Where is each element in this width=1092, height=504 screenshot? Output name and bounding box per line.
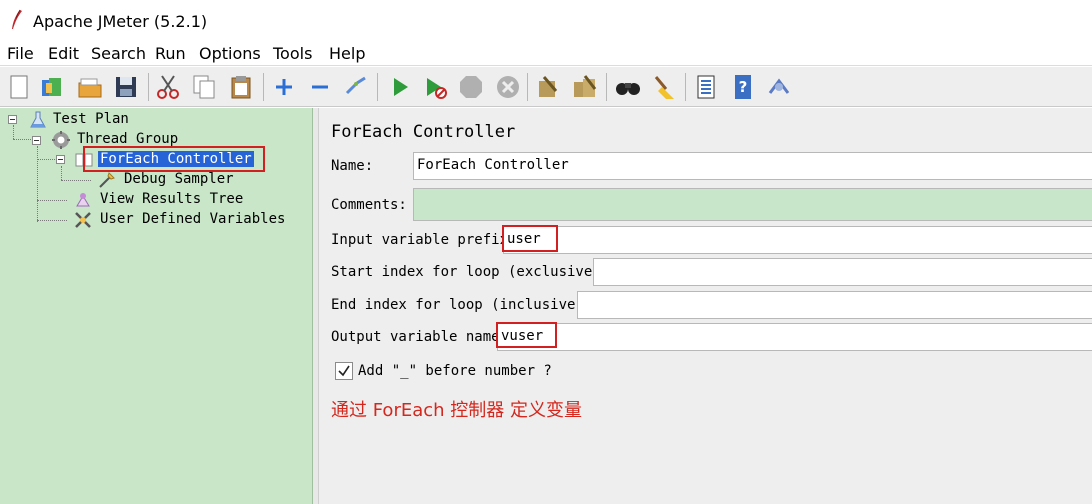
cut-icon[interactable]	[154, 73, 182, 101]
menu-run[interactable]: Run	[155, 44, 186, 63]
svg-text:?: ?	[739, 78, 748, 96]
start-icon[interactable]	[386, 73, 414, 101]
tree-connector	[13, 125, 14, 139]
toolbar-separator	[685, 73, 686, 101]
test-plan-tree[interactable]: Test Plan Thread Group ForEach Controlle…	[0, 108, 313, 504]
tree-connector	[37, 146, 38, 222]
collapse-icon[interactable]	[306, 73, 334, 101]
help-icon[interactable]: ?	[729, 73, 757, 101]
tree-connector	[61, 180, 91, 181]
foreach-controller-panel: ForEach Controller Name: ForEach Control…	[319, 108, 1092, 504]
name-label: Name:	[331, 158, 374, 174]
test-plan-icon	[30, 111, 46, 128]
tree-item-thread-group[interactable]: Thread Group	[77, 131, 178, 147]
start-no-pause-icon[interactable]	[421, 73, 449, 101]
tree-item-user-defined-variables[interactable]: User Defined Variables	[100, 211, 285, 227]
reset-search-icon[interactable]	[650, 73, 678, 101]
user-defined-variables-icon	[75, 212, 91, 228]
tree-connector	[61, 166, 62, 180]
menu-search[interactable]: Search	[91, 44, 146, 63]
function-helper-icon[interactable]	[692, 73, 720, 101]
shutdown-icon[interactable]	[494, 73, 522, 101]
tree-connector	[37, 220, 67, 221]
highlight-box	[496, 322, 557, 348]
toolbar-separator	[263, 73, 264, 101]
menu-tools[interactable]: Tools	[273, 44, 312, 63]
output-name-field[interactable]: vuser	[497, 323, 1092, 351]
tree-item-debug-sampler[interactable]: Debug Sampler	[124, 171, 234, 187]
output-name-label: Output variable name	[331, 329, 500, 345]
comments-field[interactable]	[413, 188, 1092, 221]
input-prefix-label: Input variable prefix	[331, 232, 509, 248]
menu-bar: File Edit Search Run Options Tools Help	[0, 40, 1092, 66]
highlight-box	[83, 146, 265, 172]
title-bar: Apache JMeter (5.2.1)	[0, 0, 1092, 40]
thread-group-icon	[52, 131, 70, 149]
toolbar: ?	[0, 67, 1092, 107]
menu-edit[interactable]: Edit	[48, 44, 79, 63]
panel-title: ForEach Controller	[331, 122, 516, 142]
start-index-label: Start index for loop (exclusive)	[331, 264, 601, 280]
jmeter-feather-icon	[12, 9, 22, 29]
save-icon[interactable]	[112, 73, 140, 101]
view-results-tree-icon	[76, 193, 90, 207]
clear-icon[interactable]	[534, 73, 562, 101]
debug-sampler-icon	[99, 172, 115, 188]
stop-icon[interactable]	[457, 73, 485, 101]
add-underscore-label: Add "_" before number ?	[358, 363, 552, 379]
toolbar-separator	[527, 73, 528, 101]
new-icon[interactable]	[5, 73, 33, 101]
start-index-field[interactable]	[593, 258, 1092, 286]
menu-file[interactable]: File	[7, 44, 34, 63]
remote-icon[interactable]	[765, 73, 793, 101]
checkmark-icon	[338, 365, 350, 377]
clear-all-icon[interactable]	[571, 73, 599, 101]
input-prefix-field[interactable]: user	[503, 226, 1092, 254]
window-title: Apache JMeter (5.2.1)	[33, 12, 208, 31]
expand-icon[interactable]	[270, 73, 298, 101]
end-index-label: End index for loop (inclusive)	[331, 297, 584, 313]
search-icon[interactable]	[614, 73, 642, 101]
toolbar-separator	[377, 73, 378, 101]
toolbar-separator	[148, 73, 149, 101]
annotation-text: 通过 ForEach 控制器 定义变量	[331, 400, 582, 421]
add-underscore-checkbox[interactable]	[335, 362, 353, 380]
collapse-test-plan-toggle[interactable]	[8, 115, 17, 124]
comments-label: Comments:	[331, 197, 407, 213]
open-icon[interactable]	[76, 73, 104, 101]
tree-item-test-plan[interactable]: Test Plan	[53, 111, 129, 127]
toolbar-separator	[606, 73, 607, 101]
menu-options[interactable]: Options	[199, 44, 261, 63]
menu-help[interactable]: Help	[329, 44, 365, 63]
templates-icon[interactable]	[38, 73, 66, 101]
paste-icon[interactable]	[227, 73, 255, 101]
collapse-thread-group-toggle[interactable]	[32, 136, 41, 145]
highlight-box	[502, 225, 558, 252]
end-index-field[interactable]	[577, 291, 1092, 319]
toggle-icon[interactable]	[342, 73, 370, 101]
name-field[interactable]: ForEach Controller	[413, 152, 1092, 180]
copy-icon[interactable]	[190, 73, 218, 101]
tree-item-view-results-tree[interactable]: View Results Tree	[100, 191, 243, 207]
tree-connector	[37, 200, 67, 201]
collapse-foreach-controller-toggle[interactable]	[56, 155, 65, 164]
